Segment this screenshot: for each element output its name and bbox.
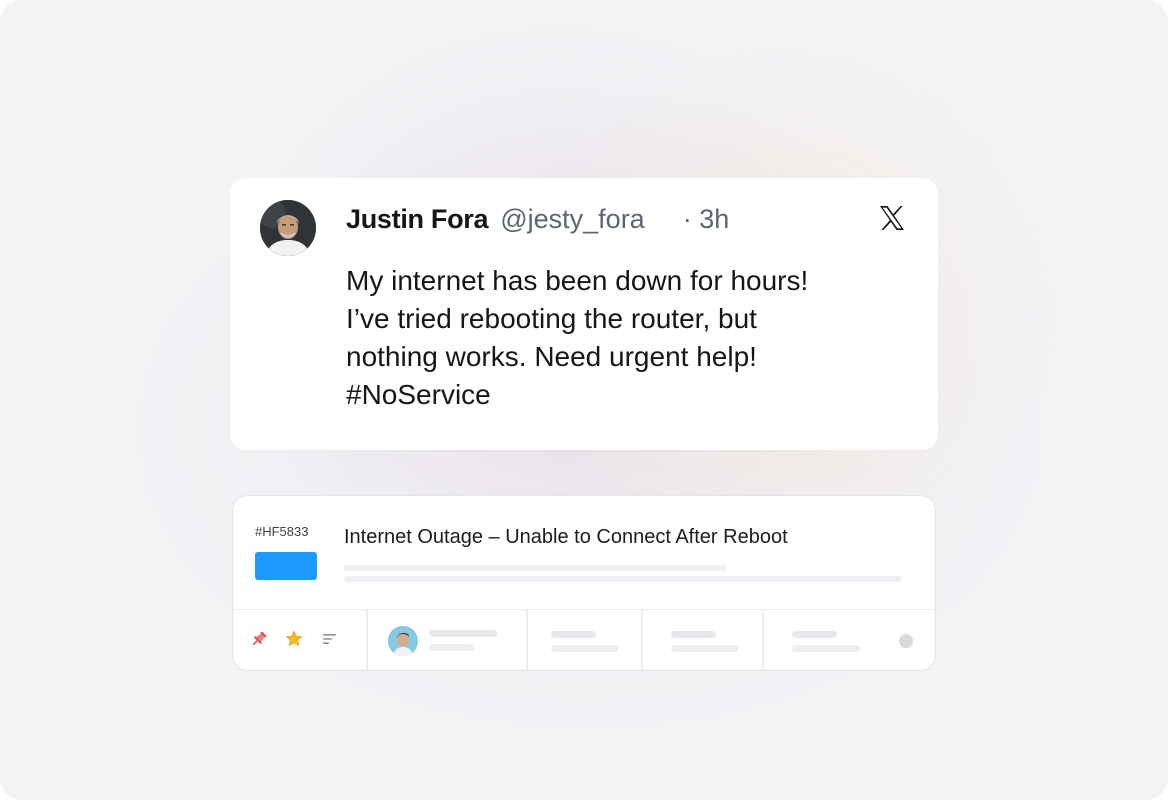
canvas: Justin Fora @jesty_fora · 3h My internet… xyxy=(0,0,1168,800)
ticket-preview-line xyxy=(344,576,902,582)
field-value-placeholder xyxy=(792,645,860,652)
footer-divider xyxy=(526,610,528,670)
ticket-footer xyxy=(233,609,935,670)
assignee-detail-placeholder xyxy=(429,644,474,651)
pin-icon[interactable] xyxy=(249,629,269,649)
tweet-text: My internet has been down for hours! I’v… xyxy=(346,262,906,414)
tweet-timestamp: · 3h xyxy=(682,204,730,234)
status-dot xyxy=(899,634,913,648)
tweet-hashtag[interactable]: #NoService xyxy=(346,376,906,414)
field-label-placeholder xyxy=(551,631,596,638)
footer-divider xyxy=(641,610,643,670)
author-name[interactable]: Justin Fora xyxy=(346,204,489,235)
list-icon[interactable] xyxy=(320,629,340,649)
x-logo-icon[interactable] xyxy=(878,204,906,232)
field-value-placeholder xyxy=(671,645,739,652)
ticket-card[interactable]: #HF5833 Internet Outage – Unable to Conn… xyxy=(232,495,936,671)
star-icon[interactable] xyxy=(284,629,304,649)
footer-divider xyxy=(762,610,764,670)
ticket-subject[interactable]: Internet Outage – Unable to Connect Afte… xyxy=(344,526,788,549)
assignee-name-placeholder xyxy=(429,630,497,637)
tweet-header: Justin Fora @jesty_fora · 3h xyxy=(346,204,729,240)
ticket-status-badge xyxy=(255,552,317,580)
author-handle[interactable]: @jesty_fora xyxy=(500,204,644,235)
tweet-text-line: My internet has been down for hours! xyxy=(346,265,809,296)
assignee-avatar[interactable] xyxy=(388,626,418,656)
field-label-placeholder xyxy=(792,631,837,638)
field-value-placeholder xyxy=(551,645,619,652)
field-label-placeholder xyxy=(671,631,716,638)
ticket-id: #HF5833 xyxy=(255,524,309,539)
ticket-preview-line xyxy=(344,565,726,571)
footer-divider xyxy=(366,610,368,670)
author-avatar[interactable] xyxy=(260,200,316,256)
tweet-text-line: I’ve tried rebooting the router, but xyxy=(346,303,757,334)
tweet-card: Justin Fora @jesty_fora · 3h My internet… xyxy=(230,178,938,450)
tweet-text-line: nothing works. Need urgent help! xyxy=(346,341,757,372)
